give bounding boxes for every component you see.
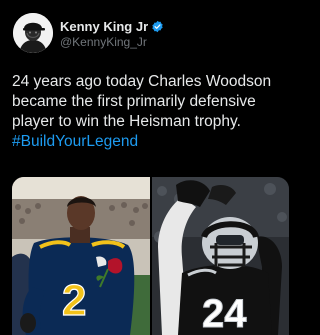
jersey-number-michigan: 2 bbox=[62, 276, 86, 325]
jersey-number-raiders: 24 bbox=[202, 292, 247, 335]
photo-raiders-player[interactable]: 24 bbox=[151, 177, 289, 335]
author-avatar[interactable] bbox=[13, 13, 53, 53]
author-handle[interactable]: @KennyKing_Jr bbox=[60, 35, 147, 49]
tweet: Kenny King Jr @KennyKing_Jr 24 years ago… bbox=[0, 0, 300, 335]
tweet-media[interactable]: 2 24 bbox=[12, 177, 289, 335]
photo-michigan-player[interactable]: 2 bbox=[12, 177, 150, 335]
author-name-row[interactable]: Kenny King Jr bbox=[60, 18, 164, 34]
tweet-text: 24 years ago today Charles Woodson becam… bbox=[12, 72, 294, 152]
tweet-text-body: 24 years ago today Charles Woodson becam… bbox=[12, 73, 272, 130]
verified-badge-icon bbox=[151, 20, 164, 33]
hashtag-link[interactable]: #BuildYourLegend bbox=[12, 133, 138, 150]
avatar-illustration-icon bbox=[13, 13, 53, 53]
author-display-name[interactable]: Kenny King Jr bbox=[60, 19, 148, 34]
